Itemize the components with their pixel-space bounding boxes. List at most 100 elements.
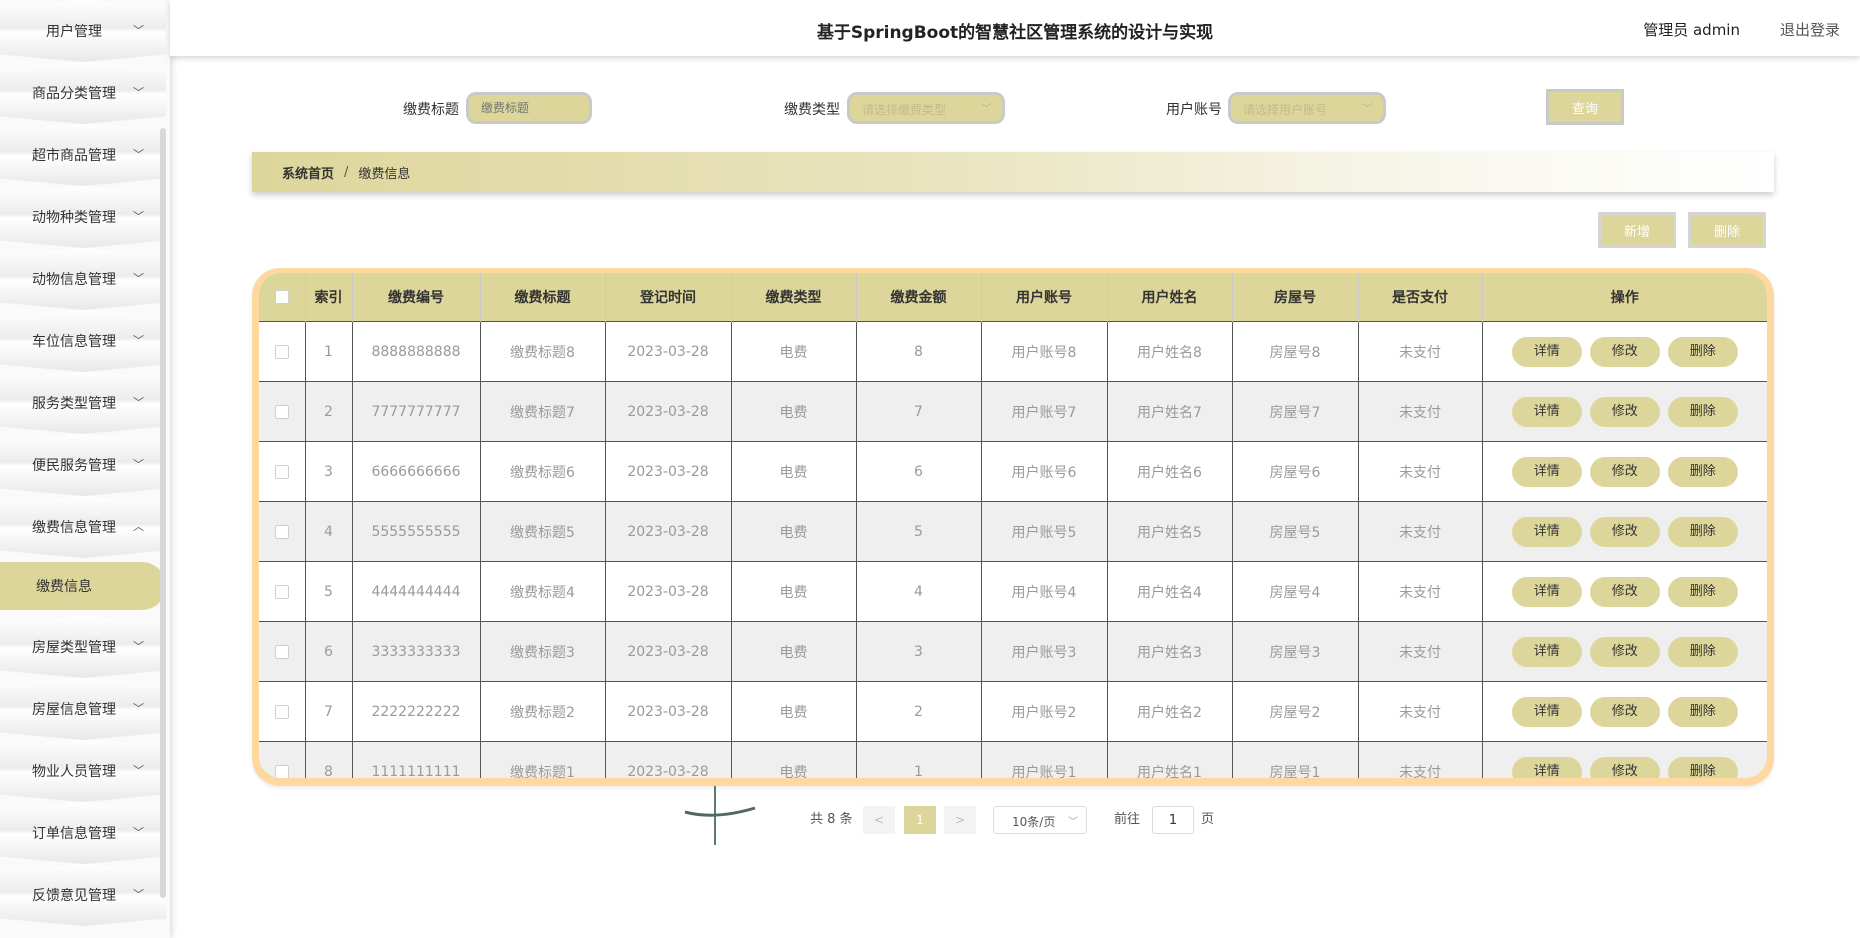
table-row[interactable]: 6 3333333333 缴费标题3 2023-03-28 电费 3 用户账号3 用户姓名3 房… <box>259 621 1767 682</box>
row-actions-cell: 详情 修改 删除 <box>1482 501 1767 562</box>
detail-button[interactable]: 详情 <box>1511 696 1582 727</box>
edit-button[interactable]: 修改 <box>1589 456 1660 487</box>
detail-button[interactable]: 详情 <box>1511 336 1582 367</box>
row-delete-button[interactable]: 删除 <box>1667 396 1738 427</box>
table-row[interactable]: 8 1111111111 缴费标题1 2023-03-28 电费 1 用户账号1 用户姓名1 房… <box>259 741 1767 778</box>
sidebar-item[interactable]: 缴费信息管理 ︿ <box>0 496 166 558</box>
sidebar-item[interactable]: 动物种类管理 ﹀ <box>0 186 166 248</box>
page-number-current[interactable]: 1 <box>904 806 936 834</box>
sidebar-item[interactable]: 超市商品管理 ﹀ <box>0 124 166 186</box>
search-account-select[interactable]: 请选择用户账号 ﹀ <box>1228 92 1386 124</box>
sidebar-item[interactable]: 反馈意见管理 ﹀ <box>0 864 166 926</box>
sidebar-item[interactable]: 动物信息管理 ﹀ <box>0 248 166 310</box>
search-type-label: 缴费类型 <box>784 102 840 118</box>
sidebar-item-label: 反馈意见管理 <box>32 888 116 904</box>
col-payment-no: 缴费编号 <box>352 273 481 322</box>
sidebar-item[interactable]: 用户管理 ﹀ <box>0 0 166 62</box>
edit-button[interactable]: 修改 <box>1589 696 1660 727</box>
table-cell: 5 <box>305 561 353 622</box>
batch-delete-button[interactable]: 删除 <box>1688 212 1766 248</box>
app-title: 基于SpringBoot的智慧社区管理系统的设计与实现 <box>816 23 1214 43</box>
sidebar-item[interactable]: 服务类型管理 ﹀ <box>0 372 166 434</box>
table-cell: 4444444444 <box>352 561 481 622</box>
row-checkbox[interactable] <box>274 464 289 479</box>
col-house-no: 房屋号 <box>1232 273 1359 322</box>
data-table-frame: 索引 缴费编号 缴费标题 登记时间 缴费类型 缴费金额 用户账号 用户姓名 房屋… <box>252 268 1774 786</box>
search-title-input[interactable] <box>466 92 592 124</box>
row-delete-button[interactable]: 删除 <box>1667 756 1738 778</box>
edit-button[interactable]: 修改 <box>1589 336 1660 367</box>
table-header-row: 索引 缴费编号 缴费标题 登记时间 缴费类型 缴费金额 用户账号 用户姓名 房屋… <box>259 273 1767 322</box>
row-actions-cell: 详情 修改 删除 <box>1482 681 1767 742</box>
row-checkbox[interactable] <box>274 404 289 419</box>
table-cell: 用户账号1 <box>981 741 1108 778</box>
table-cell: 电费 <box>731 741 857 778</box>
edit-button[interactable]: 修改 <box>1589 576 1660 607</box>
table-cell: 用户账号7 <box>981 381 1108 442</box>
row-checkbox[interactable] <box>274 344 289 359</box>
row-delete-button[interactable]: 删除 <box>1667 696 1738 727</box>
add-button[interactable]: 新增 <box>1598 212 1676 248</box>
row-checkbox[interactable] <box>274 584 289 599</box>
table-cell: 用户账号6 <box>981 441 1108 502</box>
table-row[interactable]: 1 8888888888 缴费标题8 2023-03-28 电费 8 用户账号8 用户姓名8 房… <box>259 321 1767 382</box>
table-row[interactable]: 3 6666666666 缴费标题6 2023-03-28 电费 6 用户账号6 用户姓名6 房… <box>259 441 1767 502</box>
select-all-checkbox[interactable] <box>274 290 289 304</box>
sidebar-item[interactable]: 房屋信息管理 ﹀ <box>0 678 166 740</box>
row-delete-button[interactable]: 删除 <box>1667 336 1738 367</box>
col-payment-type: 缴费类型 <box>731 273 857 322</box>
search-type-placeholder: 请选择缴费类型 <box>862 103 947 117</box>
row-delete-button[interactable]: 删除 <box>1667 636 1738 667</box>
pagination-total: 共 8 条 <box>810 812 853 827</box>
detail-button[interactable]: 详情 <box>1511 756 1582 778</box>
detail-button[interactable]: 详情 <box>1511 396 1582 427</box>
next-page-button[interactable]: > <box>944 806 976 834</box>
breadcrumb-current: 缴费信息 <box>358 166 411 182</box>
sidebar-item[interactable]: 房屋类型管理 ﹀ <box>0 616 166 678</box>
row-checkbox[interactable] <box>274 764 289 778</box>
goto-page-input[interactable] <box>1152 806 1194 834</box>
logout-link[interactable]: 退出登录 <box>1780 19 1840 40</box>
table-row[interactable]: 7 2222222222 缴费标题2 2023-03-28 电费 2 用户账号2 用户姓名2 房… <box>259 681 1767 742</box>
row-delete-button[interactable]: 删除 <box>1667 516 1738 547</box>
breadcrumb-home[interactable]: 系统首页 <box>282 163 334 182</box>
sidebar-item[interactable]: 车位信息管理 ﹀ <box>0 310 166 372</box>
sidebar-item[interactable]: 商品分类管理 ﹀ <box>0 62 166 124</box>
search-type-select[interactable]: 请选择缴费类型 ﹀ <box>847 92 1005 124</box>
detail-button[interactable]: 详情 <box>1511 636 1582 667</box>
chevron-down-icon: ﹀ <box>133 272 144 286</box>
sidebar-scrollbar[interactable] <box>160 128 166 898</box>
edit-button[interactable]: 修改 <box>1589 636 1660 667</box>
detail-button[interactable]: 详情 <box>1511 516 1582 547</box>
row-checkbox[interactable] <box>274 524 289 539</box>
detail-button[interactable]: 详情 <box>1511 456 1582 487</box>
table-cell: 用户姓名6 <box>1107 441 1233 502</box>
goto-suffix: 页 <box>1201 812 1215 827</box>
table-row[interactable]: 4 5555555555 缴费标题5 2023-03-28 电费 5 用户账号5 用户姓名5 房… <box>259 501 1767 562</box>
table-row[interactable]: 2 7777777777 缴费标题7 2023-03-28 电费 7 用户账号7 用户姓名7 房… <box>259 381 1767 442</box>
row-checkbox[interactable] <box>274 644 289 659</box>
prev-page-button[interactable]: < <box>863 806 895 834</box>
table-cell: 未支付 <box>1358 561 1483 622</box>
table-cell: 用户账号8 <box>981 321 1108 382</box>
detail-button[interactable]: 详情 <box>1511 576 1582 607</box>
row-checkbox[interactable] <box>274 704 289 719</box>
row-delete-button[interactable]: 删除 <box>1667 456 1738 487</box>
sidebar-item[interactable]: 物业人员管理 ﹀ <box>0 740 166 802</box>
edit-button[interactable]: 修改 <box>1589 396 1660 427</box>
sidebar-menu: 用户管理 ﹀ 商品分类管理 ﹀ 超市商品管理 ﹀ 动物种类管理 ﹀ 动物信息管理 ﹀ 车位信息管理 ﹀… <box>0 0 170 926</box>
row-actions-cell: 详情 修改 删除 <box>1482 441 1767 502</box>
table-row[interactable]: 5 4444444444 缴费标题4 2023-03-28 电费 4 用户账号4 用户姓名4 房… <box>259 561 1767 622</box>
edit-button[interactable]: 修改 <box>1589 516 1660 547</box>
table-cell: 用户账号5 <box>981 501 1108 562</box>
sidebar-item[interactable]: 订单信息管理 ﹀ <box>0 802 166 864</box>
page-size-select[interactable]: 10条/页 ﹀ <box>993 806 1087 834</box>
table-cell: 8888888888 <box>352 321 481 382</box>
edit-button[interactable]: 修改 <box>1589 756 1660 778</box>
row-delete-button[interactable]: 删除 <box>1667 576 1738 607</box>
sidebar-item[interactable]: 便民服务管理 ﹀ <box>0 434 166 496</box>
table-cell: 缴费标题3 <box>480 621 606 682</box>
query-button[interactable]: 查询 <box>1546 89 1624 125</box>
table-cell: 用户账号4 <box>981 561 1108 622</box>
sidebar-subitem-active[interactable]: 缴费信息 <box>0 562 166 610</box>
